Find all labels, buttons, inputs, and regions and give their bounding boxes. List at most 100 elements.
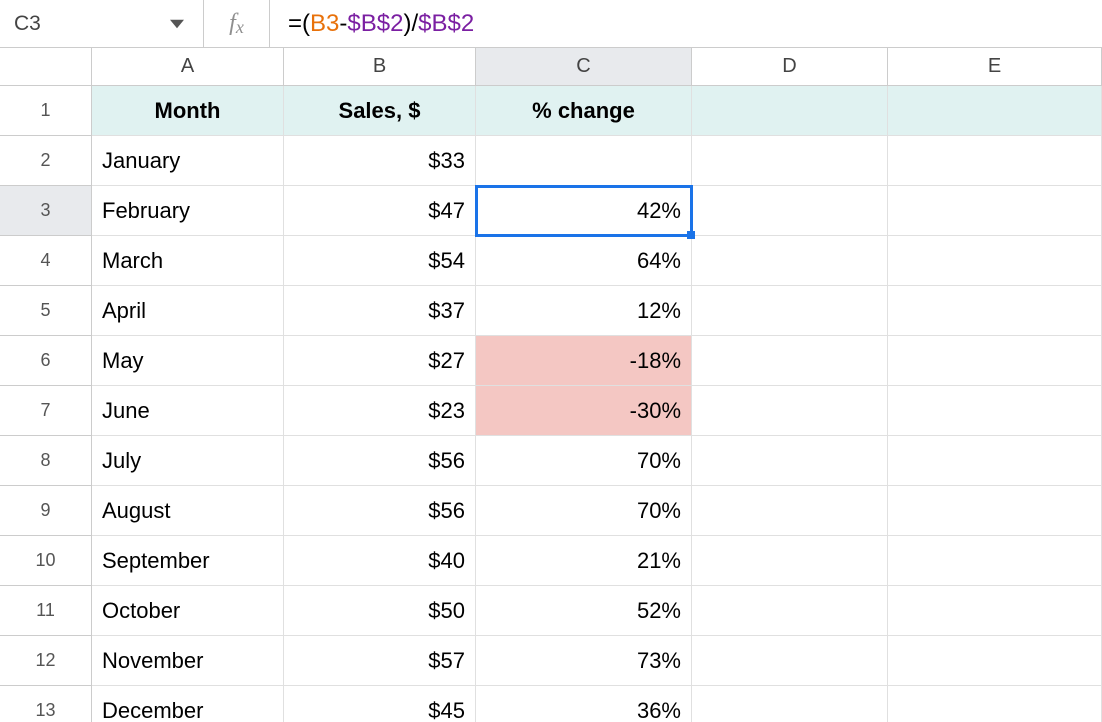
cell-B13[interactable]: $45 <box>284 686 476 722</box>
column-header-label: A <box>181 55 194 78</box>
select-all-corner[interactable] <box>0 48 92 86</box>
row-header-5[interactable]: 5 <box>0 286 92 336</box>
cell-E5[interactable] <box>888 286 1102 336</box>
cell-E2[interactable] <box>888 136 1102 186</box>
cell-E4[interactable] <box>888 236 1102 286</box>
cell-C6[interactable]: -18% <box>476 336 692 386</box>
spreadsheet-grid[interactable]: A BC D E 1MonthSales, $% change 2January$33 3F… <box>0 48 1102 722</box>
cell-value: $23 <box>428 398 465 424</box>
column-header-B[interactable]: B <box>284 48 476 86</box>
cell-value: 64% <box>637 248 681 274</box>
cell-C3[interactable]: 42% <box>476 186 692 236</box>
cell-D9[interactable] <box>692 486 888 536</box>
cell-D11[interactable] <box>692 586 888 636</box>
cell-E7[interactable] <box>888 386 1102 436</box>
cell-B7[interactable]: $23 <box>284 386 476 436</box>
cell-C8[interactable]: 70% <box>476 436 692 486</box>
cell-value: 21% <box>637 548 681 574</box>
cell-D6[interactable] <box>692 336 888 386</box>
cell-A3[interactable]: February <box>92 186 284 236</box>
column-header-D[interactable]: D <box>692 48 888 86</box>
cell-A9[interactable]: August <box>92 486 284 536</box>
cell-C9[interactable]: 70% <box>476 486 692 536</box>
cell-D13[interactable] <box>692 686 888 722</box>
cell-C13[interactable]: 36% <box>476 686 692 722</box>
cell-D1[interactable] <box>692 86 888 136</box>
row-header-1[interactable]: 1 <box>0 86 92 136</box>
cell-E8[interactable] <box>888 436 1102 486</box>
cell-D4[interactable] <box>692 236 888 286</box>
cell-B5[interactable]: $37 <box>284 286 476 336</box>
cell-A4[interactable]: March <box>92 236 284 286</box>
row-header-6[interactable]: 6 <box>0 336 92 386</box>
row-header-11[interactable]: 11 <box>0 586 92 636</box>
cell-C4[interactable]: 64% <box>476 236 692 286</box>
cell-B10[interactable]: $40 <box>284 536 476 586</box>
row-header-3[interactable]: 3 <box>0 186 92 236</box>
cell-E3[interactable] <box>888 186 1102 236</box>
row-header-10[interactable]: 10 <box>0 536 92 586</box>
cell-C1[interactable]: % change <box>476 86 692 136</box>
cell-value: $56 <box>428 498 465 524</box>
row-header-8[interactable]: 8 <box>0 436 92 486</box>
cell-B9[interactable]: $56 <box>284 486 476 536</box>
cell-A8[interactable]: July <box>92 436 284 486</box>
cell-D10[interactable] <box>692 536 888 586</box>
cell-C12[interactable]: 73% <box>476 636 692 686</box>
cell-C7[interactable]: -30% <box>476 386 692 436</box>
cell-B1[interactable]: Sales, $ <box>284 86 476 136</box>
cell-A10[interactable]: September <box>92 536 284 586</box>
cell-A13[interactable]: December <box>92 686 284 722</box>
cell-A7[interactable]: June <box>92 386 284 436</box>
cell-E13[interactable] <box>888 686 1102 722</box>
cell-D3[interactable] <box>692 186 888 236</box>
cell-A11[interactable]: October <box>92 586 284 636</box>
row-header-12[interactable]: 12 <box>0 636 92 686</box>
column-header-C[interactable]: C <box>476 48 692 86</box>
formula-segment: / <box>411 10 418 38</box>
cell-C10[interactable]: 21% <box>476 536 692 586</box>
row-header-label: 5 <box>40 300 50 321</box>
cell-B8[interactable]: $56 <box>284 436 476 486</box>
cell-A5[interactable]: April <box>92 286 284 336</box>
row-header-7[interactable]: 7 <box>0 386 92 436</box>
cell-A6[interactable]: May <box>92 336 284 386</box>
cell-B11[interactable]: $50 <box>284 586 476 636</box>
cell-E11[interactable] <box>888 586 1102 636</box>
row-header-13[interactable]: 13 <box>0 686 92 722</box>
cell-D8[interactable] <box>692 436 888 486</box>
cell-value: -18% <box>630 348 681 374</box>
cell-D12[interactable] <box>692 636 888 686</box>
cell-C5[interactable]: 12% <box>476 286 692 336</box>
cell-A1[interactable]: Month <box>92 86 284 136</box>
cell-B4[interactable]: $54 <box>284 236 476 286</box>
cell-E1[interactable] <box>888 86 1102 136</box>
cell-D7[interactable] <box>692 386 888 436</box>
fx-icon[interactable]: fx <box>204 0 270 47</box>
column-header-E[interactable]: E <box>888 48 1102 86</box>
column-header-label: D <box>782 55 796 78</box>
row-header-9[interactable]: 9 <box>0 486 92 536</box>
cell-E12[interactable] <box>888 636 1102 686</box>
cell-A2[interactable]: January <box>92 136 284 186</box>
cell-B6[interactable]: $27 <box>284 336 476 386</box>
cell-B3[interactable]: $47 <box>284 186 476 236</box>
cell-E9[interactable] <box>888 486 1102 536</box>
cell-E10[interactable] <box>888 536 1102 586</box>
row-header-2[interactable]: 2 <box>0 136 92 186</box>
cell-D5[interactable] <box>692 286 888 336</box>
cell-B2[interactable]: $33 <box>284 136 476 186</box>
cell-D2[interactable] <box>692 136 888 186</box>
column-header-A[interactable]: A <box>92 48 284 86</box>
cell-C2[interactable] <box>476 136 692 186</box>
cell-B12[interactable]: $57 <box>284 636 476 686</box>
name-box[interactable]: C3 <box>0 0 150 47</box>
name-box-dropdown[interactable] <box>150 0 204 47</box>
formula-input[interactable]: = ( B3 - $B$2 ) / $B$2 <box>270 0 1102 47</box>
cell-C11[interactable]: 52% <box>476 586 692 636</box>
row-header-4[interactable]: 4 <box>0 236 92 286</box>
cell-E6[interactable] <box>888 336 1102 386</box>
formula-cell-ref: $B$2 <box>418 10 474 38</box>
formula-cell-ref: $B$2 <box>347 10 403 38</box>
cell-A12[interactable]: November <box>92 636 284 686</box>
